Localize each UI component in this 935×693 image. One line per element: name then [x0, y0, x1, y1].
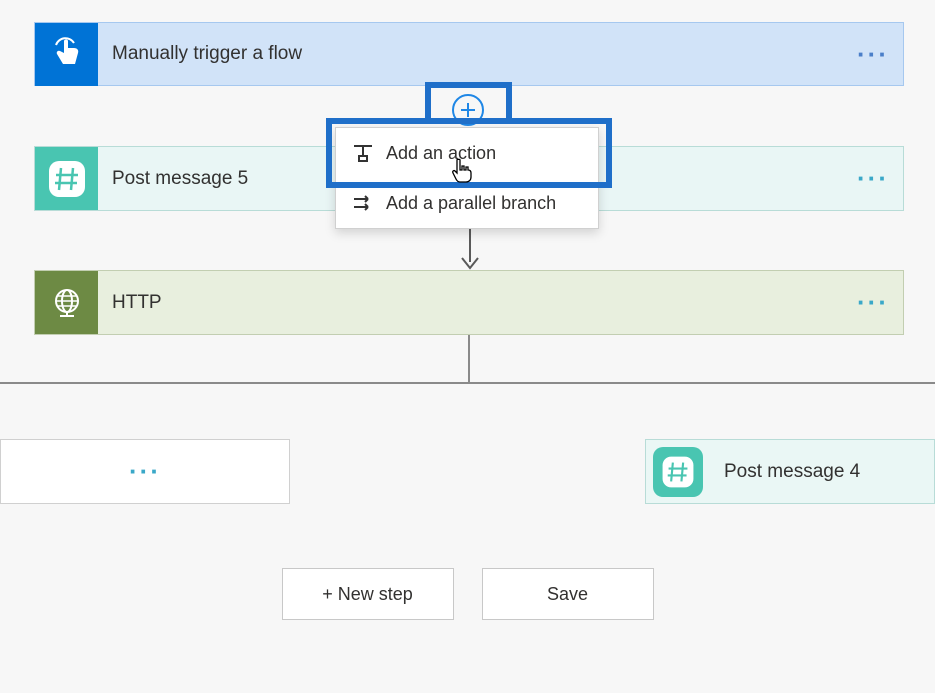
trigger-title: Manually trigger a flow [98, 43, 843, 65]
insert-step-button[interactable] [452, 94, 484, 126]
branch-left-card[interactable]: ··· [0, 439, 290, 504]
parallel-branch-icon [350, 195, 376, 211]
hash-icon [35, 147, 98, 210]
http-title: HTTP [98, 292, 843, 314]
hash-icon [653, 447, 703, 497]
trigger-card[interactable]: Manually trigger a flow ··· [34, 22, 904, 86]
add-parallel-branch-label: Add a parallel branch [386, 193, 556, 214]
http-more-button[interactable]: ··· [843, 287, 903, 318]
save-label: Save [547, 584, 588, 605]
footer-buttons: + New step Save [0, 568, 935, 620]
post-message-4-card[interactable]: Post message 4 [645, 439, 935, 504]
post-message-4-title: Post message 4 [710, 461, 934, 483]
branch-line [0, 382, 935, 384]
new-step-button[interactable]: + New step [282, 568, 454, 620]
new-step-label: + New step [322, 584, 413, 605]
globe-icon [35, 271, 98, 334]
connector-line [468, 335, 470, 382]
http-card[interactable]: HTTP ··· [34, 270, 904, 335]
add-action-menu-item[interactable]: Add an action [336, 128, 598, 178]
insert-step-menu: Add an action Add a parallel branch [335, 127, 599, 229]
post-message-5-more-button[interactable]: ··· [843, 163, 903, 194]
add-parallel-branch-menu-item[interactable]: Add a parallel branch [336, 178, 598, 228]
add-action-icon [350, 144, 376, 162]
trigger-more-button[interactable]: ··· [843, 39, 903, 70]
touch-icon [35, 23, 98, 86]
connector-arrow-icon [460, 228, 480, 275]
branch-left-more-button[interactable]: ··· [1, 456, 289, 487]
add-action-label: Add an action [386, 143, 496, 164]
save-button[interactable]: Save [482, 568, 654, 620]
